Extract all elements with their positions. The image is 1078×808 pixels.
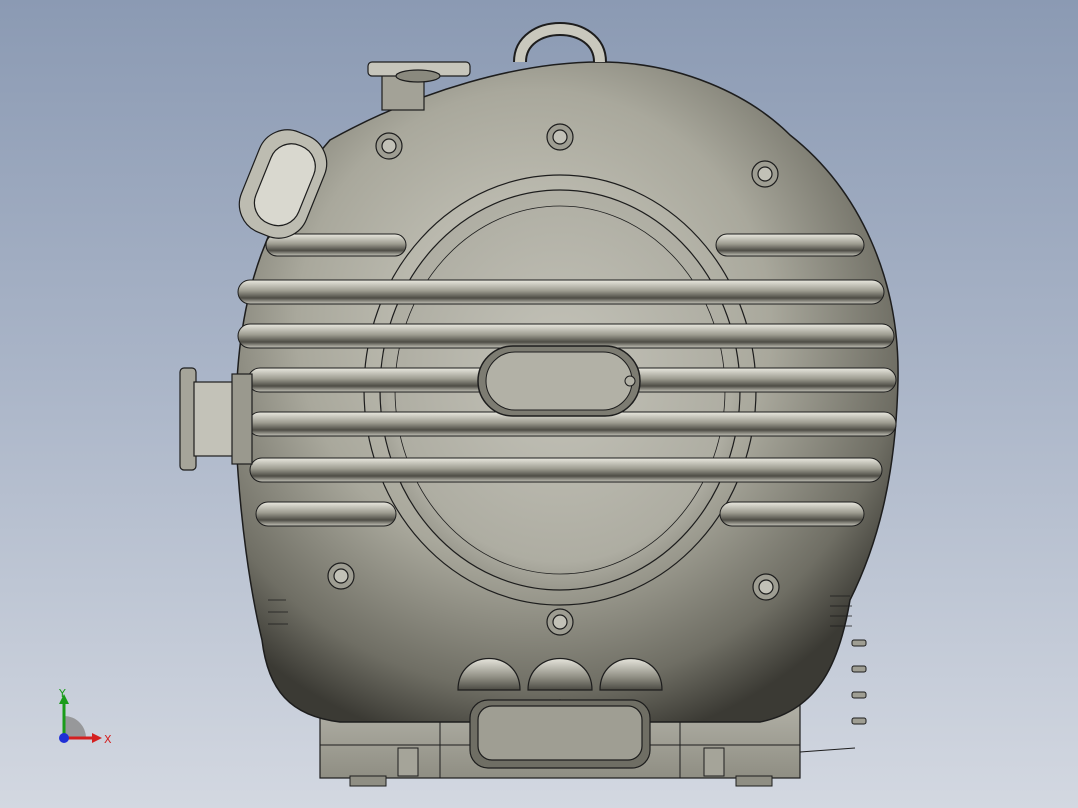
- sight-window: [477, 345, 641, 417]
- vacuum-pump-model[interactable]: [0, 0, 1078, 808]
- inlet-flange: [179, 367, 253, 471]
- x-axis-label: X: [104, 733, 112, 746]
- z-axis-point: [59, 733, 69, 743]
- y-axis-label: Y: [58, 687, 66, 700]
- bottom-bosses: [457, 658, 663, 769]
- x-axis-arrowhead: [92, 733, 102, 743]
- graphics-viewport[interactable]: Y X: [0, 0, 1078, 808]
- lifting-eye: [513, 22, 607, 63]
- view-orientation-triad[interactable]: Y X: [48, 682, 128, 762]
